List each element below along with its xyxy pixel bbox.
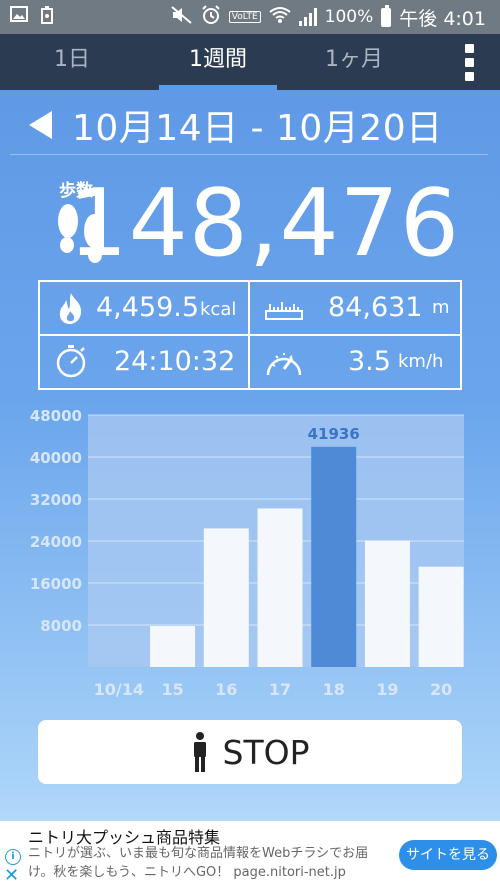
- wifi-icon: [269, 6, 291, 28]
- stop-button-label: STOP: [222, 732, 310, 772]
- distance-cell: 84,631 m: [250, 282, 462, 336]
- duration-cell: 24:10:32: [40, 336, 250, 390]
- speed-cell: 3.5 km/h: [250, 336, 462, 390]
- stop-button[interactable]: STOP: [38, 720, 462, 784]
- week-navigator: 10月14日 - 10月20日: [0, 96, 500, 154]
- chart-bar: [364, 540, 410, 667]
- divider: [10, 154, 488, 155]
- calories-cell: 4,459.5 kcal: [40, 282, 250, 336]
- previous-week-icon[interactable]: [29, 111, 52, 139]
- recycle-icon: [40, 6, 54, 28]
- info-icon[interactable]: i: [5, 849, 21, 865]
- signal-icon: [298, 8, 317, 26]
- x-tick-label: 20: [430, 680, 452, 699]
- y-tick-label: 8000: [40, 617, 82, 635]
- stats-grid: 4,459.5 kcal 84,631 m 24:10:32 3.5 km/h: [38, 280, 462, 390]
- close-icon[interactable]: ✕: [4, 867, 19, 885]
- weekly-steps-chart: 8000 16000 24000 32000 40000 48000 10/14 15 16 17…: [30, 407, 464, 699]
- image-icon: [10, 6, 28, 28]
- ad-body: ニトリが選ぶ、いま最も旬な商品情報をWebチラシでお届け。秋を楽しもう、ニトリへ…: [28, 846, 369, 880]
- stopwatch-icon: [56, 345, 86, 378]
- battery-icon: [381, 4, 392, 27]
- chart-bar: [150, 626, 196, 667]
- mute-icon: [171, 6, 193, 28]
- speed-value: 3.5: [348, 346, 391, 377]
- distance-unit: m: [432, 297, 450, 318]
- x-tick-label: 17: [269, 680, 291, 699]
- period-tab-bar: 1日 1週間 1ヶ月: [0, 34, 500, 90]
- speedometer-icon: [266, 353, 302, 376]
- y-tick-label: 48000: [30, 407, 82, 425]
- x-tick-label: 19: [376, 680, 398, 699]
- ruler-icon: [265, 302, 303, 320]
- volte-icon: VoLTE: [228, 11, 261, 23]
- x-tick-label: 10/14: [94, 680, 144, 699]
- bar-value-label: 41936: [308, 425, 360, 443]
- calories-unit: kcal: [200, 299, 237, 320]
- steps-total: 148,476: [68, 169, 460, 277]
- battery-percent: 100%: [324, 7, 374, 27]
- duration-value: 24:10:32: [114, 346, 236, 377]
- x-tick-label: 18: [323, 680, 345, 699]
- alarm-icon: [201, 5, 221, 29]
- x-tick-label: 16: [215, 680, 237, 699]
- x-tick-label: 15: [161, 680, 183, 699]
- calories-value: 4,459.5: [96, 292, 200, 323]
- overflow-menu-icon[interactable]: [465, 43, 474, 81]
- date-range: 10月14日 - 10月20日: [72, 108, 443, 149]
- speed-unit: km/h: [398, 351, 444, 372]
- y-tick-label: 40000: [30, 449, 82, 467]
- flame-icon: [59, 293, 82, 324]
- chart-bar: [418, 566, 464, 667]
- tab-1-month[interactable]: 1ヶ月: [287, 34, 421, 90]
- tab-1-day[interactable]: 1日: [5, 34, 139, 90]
- ad-cta-button[interactable]: サイトを見る: [399, 840, 497, 870]
- chart-bar: [257, 508, 303, 667]
- y-tick-label: 32000: [30, 491, 82, 509]
- chart-bar: [311, 446, 357, 667]
- person-icon: [193, 732, 206, 772]
- clock: 午後 4:01: [399, 7, 486, 30]
- status-bar: VoLTE 100% 午後 4:01: [0, 0, 500, 34]
- distance-value: 84,631: [328, 292, 423, 323]
- y-tick-label: 24000: [30, 533, 82, 551]
- chart-bar: [203, 528, 249, 667]
- y-tick-label: 16000: [30, 575, 82, 593]
- ad-banner[interactable]: i ✕ ニトリ大プッシュ商品特集 ニトリが選ぶ、いま最も旬な商品情報をWebチラ…: [0, 821, 500, 889]
- tab-1-week[interactable]: 1週間: [159, 34, 277, 90]
